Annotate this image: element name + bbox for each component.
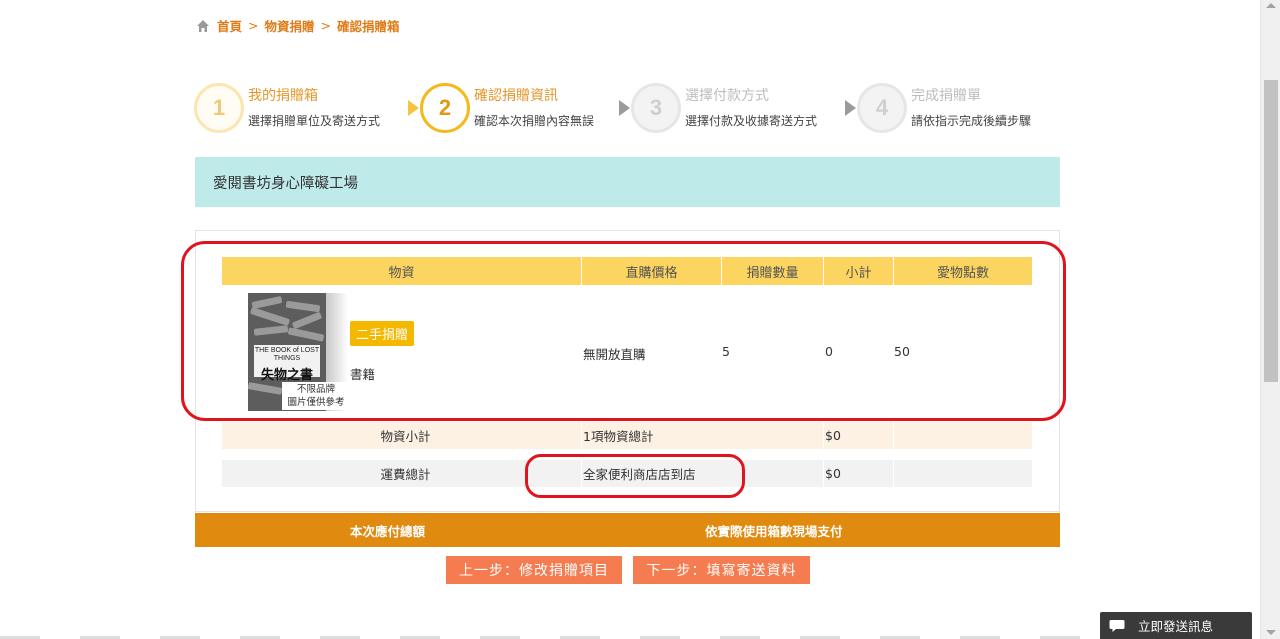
- scroll-down-icon[interactable]: [1266, 630, 1276, 635]
- item-category: 書籍: [350, 367, 376, 382]
- image-disclaimer: 不限品牌 圖片僅供參考: [282, 382, 350, 410]
- organization-name: 愛閱書坊身心障礙工場: [195, 157, 1060, 207]
- progress-steps: 1 我的捐贈箱 選擇捐贈單位及寄送方式 2 確認捐贈資訊 確認本次捐贈內容無誤 …: [194, 83, 1064, 135]
- step-title: 選擇付款方式: [685, 88, 769, 104]
- breadcrumb: 首頁 > 物資捐贈 > 確認捐贈箱: [196, 16, 400, 35]
- step-4: 4 完成捐贈單 請依指示完成後續步驟: [857, 83, 1031, 133]
- total-label: 本次應付總額: [350, 523, 426, 539]
- scroll-thumb[interactable]: [1264, 80, 1278, 382]
- step-title: 完成捐贈單: [911, 88, 981, 104]
- step-desc: 請依指示完成後續步驟: [911, 114, 1032, 128]
- prev-step-button[interactable]: 上一步：修改捐贈項目: [446, 556, 622, 584]
- summary-label: 運費總計: [222, 460, 582, 487]
- step-title: 確認捐贈資訊: [474, 88, 558, 104]
- breadcrumb-donation[interactable]: 物資捐贈: [265, 16, 315, 35]
- item-points: 50: [894, 344, 910, 359]
- table-row: THE BOOK of LOST THINGS 失物之書 不限品牌 圖片僅供參考…: [222, 286, 1032, 416]
- item-quantity: 5: [722, 344, 730, 359]
- summary-label: 物資小計: [222, 422, 582, 449]
- secondhand-badge: 二手捐贈: [350, 321, 414, 346]
- table-header: 物資 直購價格 捐贈數量 小計 愛物點數: [222, 257, 1032, 285]
- breadcrumb-separator: >: [320, 18, 331, 33]
- book-title-zh: 失物之書: [260, 368, 313, 383]
- step-1: 1 我的捐贈箱 選擇捐贈單位及寄送方式: [194, 83, 380, 133]
- header-quantity: 捐贈數量: [722, 257, 824, 285]
- breadcrumb-confirm[interactable]: 確認捐贈箱: [337, 16, 400, 35]
- step-number: 2: [420, 83, 470, 133]
- step-arrow-icon: [408, 100, 419, 116]
- chat-button[interactable]: 立即發送訊息: [1100, 612, 1252, 639]
- next-step-button[interactable]: 下一步：填寫寄送資料: [633, 556, 810, 584]
- summary-row-shipping: 運費總計 全家便利商店店到店 $0: [222, 460, 1032, 487]
- step-desc: 選擇付款及收據寄送方式: [685, 114, 818, 128]
- page-scrollbar[interactable]: [1260, 0, 1280, 639]
- step-3: 3 選擇付款方式 選擇付款及收據寄送方式: [631, 83, 817, 133]
- scroll-up-icon[interactable]: [1266, 3, 1276, 8]
- home-icon[interactable]: [196, 19, 210, 33]
- summary-amount: $0: [824, 460, 894, 487]
- breadcrumb-home[interactable]: 首頁: [217, 16, 242, 35]
- total-bar: 本次應付總額 依實際使用箱數現場支付: [195, 513, 1060, 547]
- total-value: 依實際使用箱數現場支付: [705, 523, 843, 539]
- header-item: 物資: [222, 257, 582, 285]
- header-price: 直購價格: [582, 257, 722, 285]
- step-number: 4: [857, 83, 907, 133]
- book-title-en: THE BOOK of LOST THINGS: [254, 347, 320, 362]
- summary-row-items: 物資小計 1項物資總計 $0: [222, 422, 1032, 449]
- step-desc: 選擇捐贈單位及寄送方式: [248, 114, 381, 128]
- step-2: 2 確認捐贈資訊 確認本次捐贈內容無誤: [420, 83, 594, 133]
- item-price: 無開放直購: [583, 347, 646, 362]
- chat-label: 立即發送訊息: [1138, 619, 1214, 634]
- summary-desc: 全家便利商店店到店: [582, 460, 824, 487]
- summary-amount: $0: [824, 422, 894, 449]
- summary-desc: 1項物資總計: [582, 422, 824, 449]
- chat-bubble-icon: [1109, 619, 1125, 632]
- step-desc: 確認本次捐贈內容無誤: [474, 114, 595, 128]
- header-subtotal: 小計: [824, 257, 894, 285]
- step-number: 1: [194, 83, 244, 133]
- step-number: 3: [631, 83, 681, 133]
- step-arrow-icon: [619, 100, 630, 116]
- step-arrow-icon: [845, 100, 856, 116]
- header-points: 愛物點數: [936, 265, 989, 281]
- breadcrumb-separator: >: [248, 18, 259, 33]
- item-subtotal: 0: [825, 344, 833, 359]
- step-title: 我的捐贈箱: [248, 88, 318, 104]
